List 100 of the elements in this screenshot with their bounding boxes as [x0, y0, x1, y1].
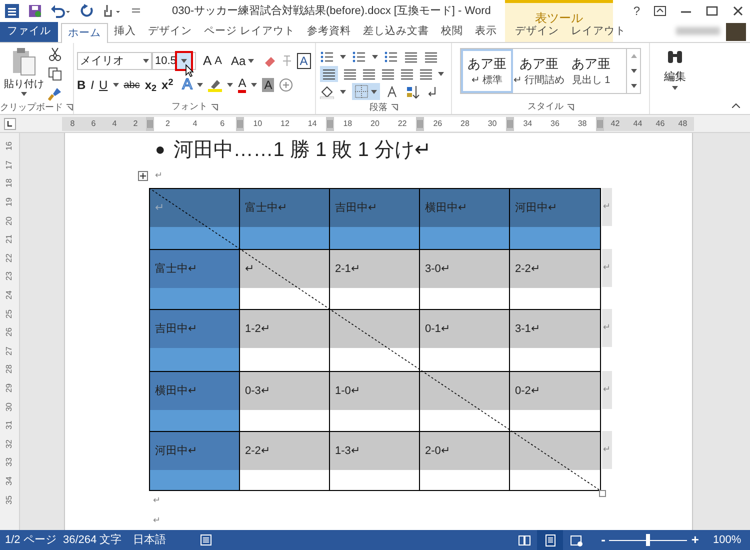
ribbon-tab[interactable]: 参考資料: [300, 22, 357, 42]
decrease-indent-icon[interactable]: [404, 50, 418, 63]
undo-icon[interactable]: [50, 4, 72, 18]
ribbon-tab[interactable]: ホーム: [61, 23, 108, 43]
style-gallery-item[interactable]: あア亜 見出し 1: [565, 49, 617, 93]
close-icon[interactable]: [732, 6, 744, 16]
save-icon[interactable]: [28, 4, 42, 18]
paragraph-mark-icon[interactable]: [426, 86, 438, 98]
superscript-button[interactable]: x$^{2}$: [162, 76, 174, 94]
ribbon-tab[interactable]: レイアウト: [564, 22, 632, 42]
shading-bucket-icon[interactable]: [320, 84, 334, 99]
strikethrough-button[interactable]: abc: [124, 78, 140, 92]
align-right-icon[interactable]: [362, 68, 376, 80]
caret-icon[interactable]: [251, 83, 258, 87]
font-name-field[interactable]: メイリオ: [77, 52, 152, 70]
ribbon-tab[interactable]: デザイン: [142, 22, 198, 42]
align-left-icon[interactable]: [322, 68, 336, 80]
caret-icon[interactable]: [438, 72, 444, 76]
redo-icon[interactable]: [80, 4, 94, 18]
more-styles-icon[interactable]: [630, 84, 636, 88]
character-border-button[interactable]: A: [296, 53, 311, 69]
ribbon-tab[interactable]: デザイン: [508, 22, 565, 42]
caret-icon[interactable]: [340, 90, 346, 94]
document-status-icon[interactable]: [200, 534, 212, 546]
font-size-dropdown[interactable]: [175, 51, 193, 71]
ribbon-tab[interactable]: 校閲: [434, 22, 469, 42]
change-case-button[interactable]: Aa: [231, 52, 254, 70]
dialog-launcher-icon[interactable]: [390, 104, 398, 111]
bullet-list-icon[interactable]: [320, 50, 334, 63]
scroll-down-icon[interactable]: [630, 68, 636, 73]
highlighter-icon[interactable]: [208, 78, 222, 92]
bold-button[interactable]: B: [77, 76, 86, 94]
caret-icon[interactable]: [672, 86, 678, 90]
caret-icon[interactable]: [197, 83, 204, 87]
language-indicator[interactable]: 日本語: [133, 532, 200, 548]
column-marker-icon[interactable]: [146, 116, 154, 130]
column-marker-icon[interactable]: [506, 116, 514, 130]
column-marker-icon[interactable]: [416, 116, 424, 130]
customize-toolbar-icon[interactable]: [132, 7, 140, 15]
zoom-slider-thumb[interactable]: [646, 534, 650, 546]
tab-selector-icon[interactable]: [4, 118, 16, 130]
caret-icon[interactable]: [227, 83, 234, 87]
zoom-in-button[interactable]: +: [691, 530, 699, 550]
caret-icon[interactable]: [143, 59, 149, 63]
table-move-handle-icon[interactable]: [138, 171, 148, 181]
column-marker-icon[interactable]: [596, 116, 604, 130]
word-count[interactable]: 36/264 文字: [63, 532, 133, 548]
caret-icon[interactable]: [371, 90, 377, 94]
eraser-icon[interactable]: [262, 54, 277, 68]
print-layout-icon[interactable]: [537, 530, 564, 550]
zoom-level[interactable]: 100%: [713, 532, 745, 548]
justify-icon[interactable]: [381, 68, 395, 80]
italic-button[interactable]: I: [90, 76, 94, 94]
font-color-button[interactable]: A: [238, 77, 246, 93]
line-spacing-icon[interactable]: [419, 68, 433, 80]
paste-clipboard-icon[interactable]: [11, 47, 37, 77]
multilevel-list-icon[interactable]: [384, 50, 398, 63]
dialog-launcher-icon[interactable]: [210, 104, 218, 110]
caret-icon[interactable]: [112, 83, 119, 87]
shrink-font-button[interactable]: A: [214, 52, 222, 70]
paste-button[interactable]: 貼り付け: [4, 77, 44, 92]
help-button[interactable]: ?: [633, 2, 640, 20]
zoom-out-button[interactable]: -: [601, 530, 606, 550]
sort-icon[interactable]: [406, 84, 420, 99]
editing-button[interactable]: 編集: [664, 49, 686, 86]
ribbon-tab[interactable]: ページ レイアウト: [198, 22, 301, 42]
ribbon-tab[interactable]: 差し込み文書: [356, 22, 435, 42]
character-shading-button[interactable]: A: [262, 78, 274, 92]
page-count[interactable]: 1/2 ページ: [5, 532, 63, 548]
increase-indent-icon[interactable]: [424, 50, 438, 63]
style-gallery-item[interactable]: あア亜 ↵ 行間詰め: [513, 49, 565, 93]
dialog-launcher-icon[interactable]: [66, 104, 73, 112]
collapse-ribbon-icon[interactable]: [732, 103, 740, 108]
cut-scissors-icon[interactable]: [48, 47, 62, 61]
caret-icon[interactable]: [248, 59, 254, 63]
column-marker-icon[interactable]: [236, 116, 244, 130]
underline-button[interactable]: U: [99, 76, 108, 94]
caret-icon[interactable]: [21, 92, 27, 96]
dialog-launcher-icon[interactable]: [566, 104, 574, 110]
ribbon-tab[interactable]: ファイル: [0, 22, 58, 42]
align-center-icon[interactable]: [343, 68, 357, 80]
caret-icon[interactable]: [340, 54, 346, 59]
style-gallery-item[interactable]: あア亜 ↵ 標準: [461, 49, 513, 93]
ribbon-tab[interactable]: 挿入: [108, 22, 142, 42]
maximize-icon[interactable]: [706, 6, 718, 16]
enclosed-character-icon[interactable]: [279, 78, 294, 92]
subscript-button[interactable]: x$_{2}$: [144, 76, 157, 94]
ribbon-tab[interactable]: 表示: [468, 22, 503, 42]
column-marker-icon[interactable]: [326, 116, 334, 130]
table-resize-handle-icon[interactable]: [599, 490, 606, 497]
ribbon-display-icon[interactable]: [654, 6, 666, 16]
zoom-slider[interactable]: [609, 534, 688, 546]
distributed-icon[interactable]: [400, 68, 414, 80]
copy-icon[interactable]: [48, 67, 62, 81]
caret-icon[interactable]: [181, 59, 187, 63]
numbered-list-icon[interactable]: [352, 50, 366, 63]
text-effects-button[interactable]: A: [182, 74, 192, 96]
borders-grid-icon[interactable]: [355, 85, 368, 98]
format-painter-brush-icon[interactable]: [48, 87, 62, 101]
grow-font-button[interactable]: A: [203, 51, 212, 71]
